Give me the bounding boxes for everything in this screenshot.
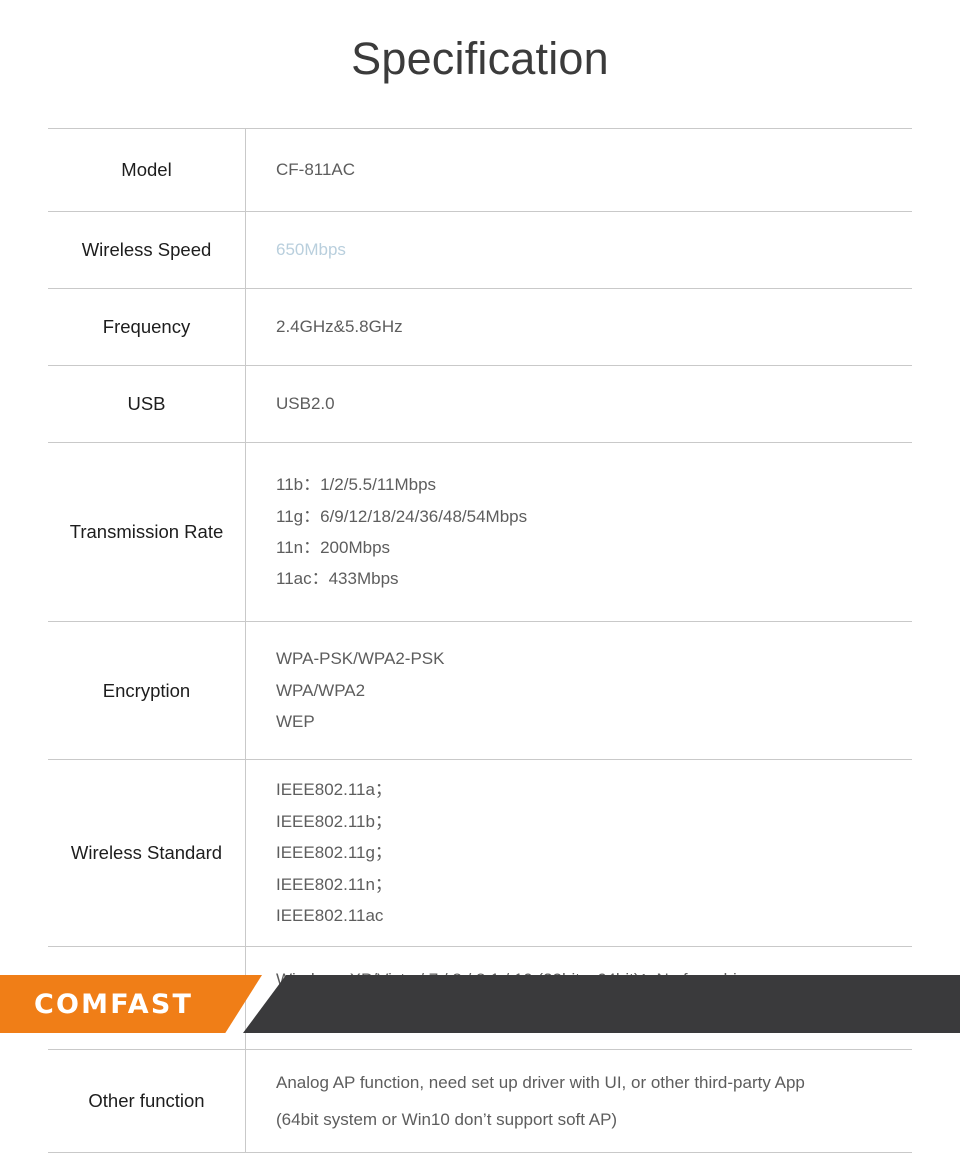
value-line: IEEE802.11a； — [276, 780, 392, 800]
spec-value-wireless-speed: 650Mbps — [246, 212, 913, 289]
value-line: USB2.0 — [276, 394, 335, 414]
spec-label-frequency: Frequency — [48, 288, 246, 366]
value-line: IEEE802.11ac — [276, 906, 384, 926]
value-line: IEEE802.11b； — [276, 811, 392, 831]
value-line: 11n：200Mbps — [276, 538, 391, 557]
value-line: (64bit system or Win10 don’t support sof… — [276, 1110, 618, 1129]
table-row: Wireless Standard IEEE802.11a； IEEE802.1… — [48, 759, 913, 947]
spec-value-encryption: WPA-PSK/WPA2-PSK WPA/WPA2 WEP — [246, 622, 913, 760]
spec-value-other-function: Analog AP function, need set up driver w… — [246, 1050, 913, 1153]
spec-value-usb: USB2.0 — [246, 366, 913, 443]
footer-dark-bar — [243, 975, 960, 1033]
spec-label-wireless-speed: Wireless Speed — [48, 211, 246, 289]
table-row: Other function Analog AP function, need … — [48, 1049, 913, 1153]
spec-value-frequency: 2.4GHz&5.8GHz — [246, 289, 913, 366]
spec-label-usb: USB — [48, 365, 246, 443]
spec-label-other-function: Other function — [48, 1049, 246, 1153]
spec-value-model: CF-811AC — [246, 129, 913, 212]
table-row: Frequency 2.4GHz&5.8GHz — [48, 288, 913, 366]
table-row: Model CF-811AC — [48, 128, 913, 212]
spec-label-encryption: Encryption — [48, 621, 246, 760]
value-line: 2.4GHz&5.8GHz — [276, 317, 403, 337]
table-row: Transmission Rate 11b：1/2/5.5/11Mbps 11g… — [48, 442, 913, 622]
value-line: CF-811AC — [276, 160, 356, 180]
value-line: WEP — [276, 712, 315, 732]
value-line: WPA-PSK/WPA2-PSK — [276, 649, 445, 669]
page-footer: COMFAST — [0, 975, 960, 1033]
spec-label-transmission-rate: Transmission Rate — [48, 442, 246, 622]
spec-value-transmission-rate: 11b：1/2/5.5/11Mbps 11g：6/9/12/18/24/36/4… — [246, 443, 913, 622]
value-line: WPA/WPA2 — [276, 680, 366, 700]
value-line: IEEE802.11g； — [276, 843, 392, 863]
value-line: IEEE802.11n； — [276, 874, 392, 894]
value-line: 650Mbps — [276, 240, 346, 260]
page-title: Specification — [351, 33, 609, 84]
value-line: 11ac：433Mbps — [276, 569, 399, 589]
value-line: 11b：1/2/5.5/11Mbps — [276, 475, 437, 495]
spec-label-wireless-standard: Wireless Standard — [48, 759, 246, 947]
table-row: Encryption WPA-PSK/WPA2-PSK WPA/WPA2 WEP — [48, 621, 913, 760]
comfast-logo: COMFAST — [34, 988, 194, 1020]
brand-banner: COMFAST — [0, 975, 262, 1033]
value-line: Analog AP function, need set up driver w… — [276, 1072, 805, 1092]
spec-value-wireless-standard: IEEE802.11a； IEEE802.11b； IEEE802.11g； I… — [246, 760, 913, 947]
table-row: USB USB2.0 — [48, 365, 913, 443]
specification-page: Specification Model CF-811AC Wireless Sp… — [0, 0, 960, 1153]
value-line: 11g：6/9/12/18/24/36/48/54Mbps — [276, 506, 528, 526]
spec-label-model: Model — [48, 128, 246, 212]
table-row: Wireless Speed 650Mbps — [48, 211, 913, 289]
